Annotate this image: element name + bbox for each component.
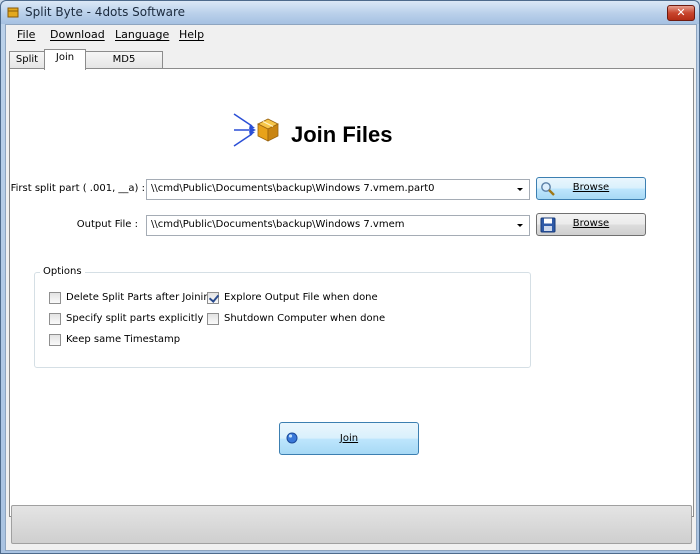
close-button[interactable]: ✕ xyxy=(667,5,695,21)
explore-output-label: Explore Output File when done xyxy=(224,292,378,303)
join-button-label: Join xyxy=(339,433,359,444)
title-bar[interactable]: Split Byte - 4dots Software ✕ xyxy=(1,1,699,24)
first-split-part-combo[interactable]: \\cmd\Public\Documents\backup\Windows 7.… xyxy=(146,179,530,200)
menu-help[interactable]: Help xyxy=(179,28,204,41)
split-byte-app-icon xyxy=(7,7,19,18)
status-bar xyxy=(11,505,692,544)
tab-md5-checksum[interactable]: MD5 Checksum xyxy=(85,51,163,81)
tab-split[interactable]: Split xyxy=(9,51,45,69)
browse-first-part-button[interactable]: Browse xyxy=(536,177,646,200)
delete-split-parts-label: Delete Split Parts after Joining. xyxy=(66,292,220,303)
join-files-heading: Join Files xyxy=(291,122,393,147)
app-window: Split Byte - 4dots Software ✕ File Downl… xyxy=(0,0,700,554)
chevron-down-icon[interactable] xyxy=(513,218,527,233)
output-file-combo[interactable]: \\cmd\Public\Documents\backup\Windows 7.… xyxy=(146,215,530,236)
specify-split-parts-label: Specify split parts explicitly xyxy=(66,313,204,324)
chevron-down-icon[interactable] xyxy=(513,182,527,197)
tab-strip: Split Join MD5 Checksum xyxy=(6,49,696,81)
first-split-part-label: First split part ( .001, __a) : xyxy=(10,183,145,194)
delete-split-parts-checkbox[interactable] xyxy=(49,292,61,304)
shutdown-computer-checkbox[interactable] xyxy=(207,313,219,325)
window-title: Split Byte - 4dots Software xyxy=(25,5,186,19)
join-files-icon xyxy=(233,113,279,147)
keep-timestamp-label: Keep same Timestamp xyxy=(66,334,181,345)
output-file-value: \\cmd\Public\Documents\backup\Windows 7.… xyxy=(151,219,405,230)
menu-file[interactable]: File xyxy=(17,28,35,41)
tab-join[interactable]: Join xyxy=(44,49,86,70)
menu-language[interactable]: Language xyxy=(115,28,169,41)
output-file-label: Output File : xyxy=(76,219,138,230)
browse-first-part-label: Browse xyxy=(572,182,610,193)
client-area: File Download Language Help Split Join M… xyxy=(5,24,697,551)
browse-output-file-label: Browse xyxy=(572,218,610,229)
browse-output-file-button[interactable]: Browse xyxy=(536,213,646,236)
specify-split-parts-checkbox[interactable] xyxy=(49,313,61,325)
join-button[interactable]: Join xyxy=(279,422,419,455)
keep-timestamp-checkbox[interactable] xyxy=(49,334,61,346)
options-group-title: Options xyxy=(40,266,85,277)
menu-download[interactable]: Download xyxy=(50,28,105,41)
first-split-part-value: \\cmd\Public\Documents\backup\Windows 7.… xyxy=(151,183,435,194)
shutdown-computer-label: Shutdown Computer when done xyxy=(224,313,386,324)
join-tab-panel: Join Files First split part ( .001, __a)… xyxy=(9,68,694,517)
menu-bar: File Download Language Help xyxy=(6,25,696,45)
explore-output-checkbox[interactable] xyxy=(207,292,219,304)
